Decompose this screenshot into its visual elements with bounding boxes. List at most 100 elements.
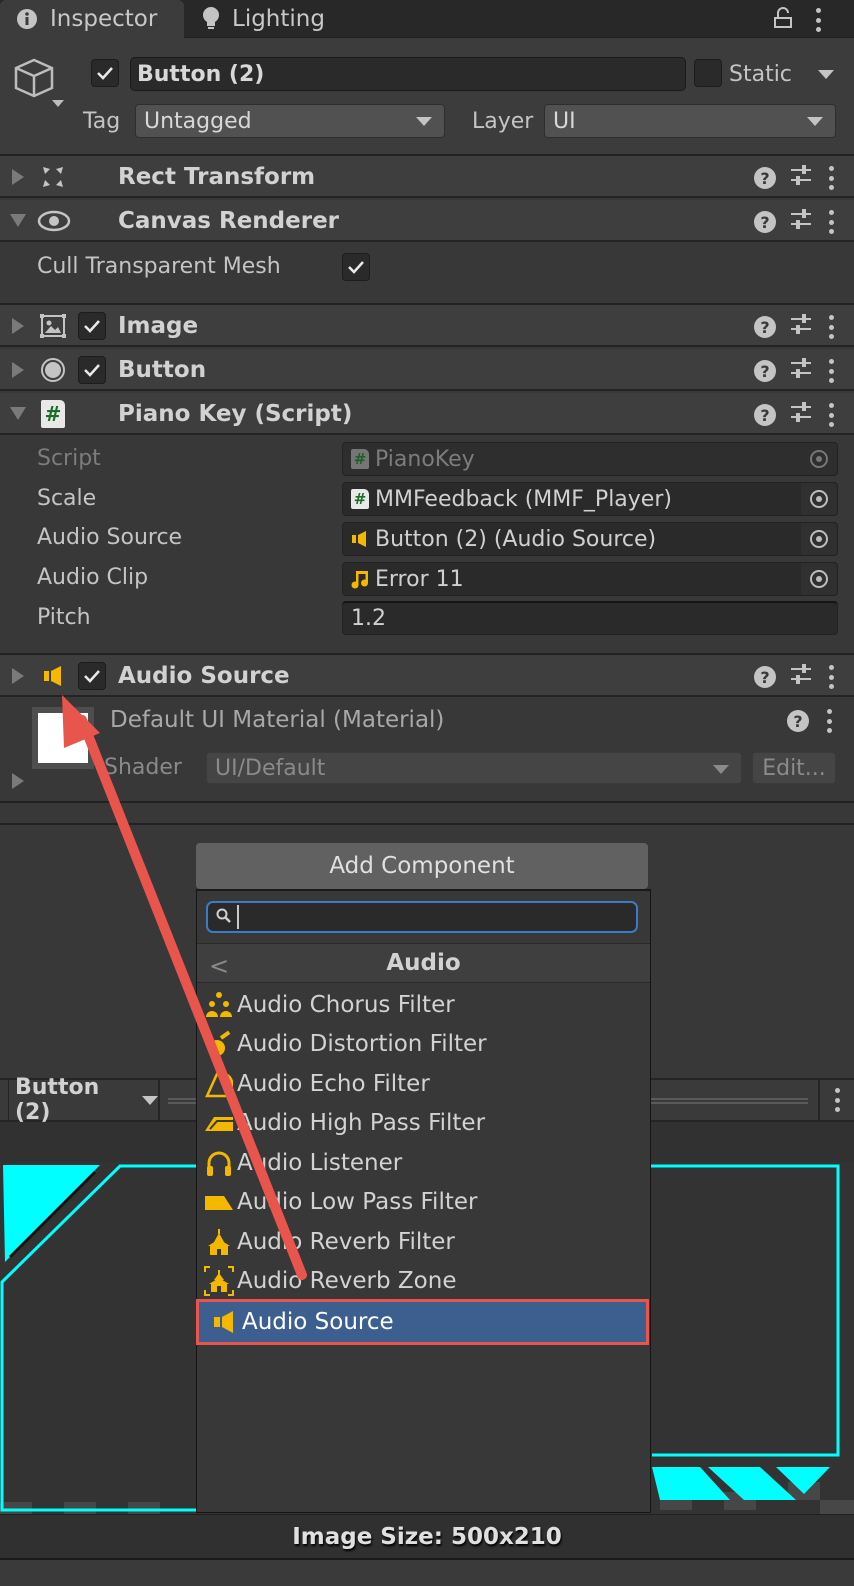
gameobject-cube-icon[interactable] — [12, 56, 68, 118]
component-image[interactable]: Image ? — [0, 305, 854, 347]
static-dropdown-icon[interactable] — [818, 70, 834, 79]
chorus-filter-icon — [203, 990, 235, 1020]
tag-dropdown[interactable]: Untagged — [135, 104, 445, 138]
list-item-audio-reverb-zone[interactable]: Audio Reverb Zone — [197, 1262, 650, 1302]
foldout-arrow-icon[interactable] — [12, 318, 24, 334]
material-menu-kebab[interactable] — [824, 709, 834, 733]
component-menu-kebab[interactable] — [826, 403, 836, 427]
help-icon[interactable]: ? — [754, 211, 776, 233]
button-enabled-checkbox[interactable] — [78, 356, 106, 384]
bottom-strip — [0, 1558, 854, 1586]
list-item-audio-source[interactable]: Audio Source — [196, 1299, 649, 1345]
rect-transform-icon — [38, 164, 68, 190]
button-component-icon — [38, 357, 68, 383]
tab-menu-kebab[interactable] — [813, 8, 823, 32]
component-audio-source[interactable]: Audio Source ? — [0, 655, 854, 697]
list-item-audio-high-pass-filter[interactable]: Audio High Pass Filter — [197, 1104, 650, 1144]
pitch-input[interactable]: 1.2 — [342, 601, 838, 635]
component-rect-transform[interactable]: Rect Transform ? — [0, 156, 854, 198]
headphones-icon — [203, 1148, 235, 1178]
tag-label: Tag — [83, 108, 121, 134]
presets-icon[interactable] — [790, 401, 812, 429]
foldout-arrow-icon[interactable] — [12, 362, 24, 378]
chevron-down-icon — [713, 765, 729, 774]
canvas-renderer-body: Cull Transparent Mesh — [0, 244, 854, 305]
component-menu-kebab[interactable] — [826, 166, 836, 190]
preview-object-dropdown[interactable]: Button (2) — [8, 1075, 160, 1125]
component-search-input[interactable] — [206, 901, 638, 933]
material-section: Default UI Material (Material) ? Shader … — [0, 697, 854, 803]
material-title: Default UI Material (Material) — [110, 707, 445, 733]
help-icon[interactable]: ? — [754, 316, 776, 338]
preview-menu-kebab[interactable] — [818, 1080, 854, 1120]
list-item-audio-chorus-filter[interactable]: Audio Chorus Filter — [197, 985, 650, 1025]
list-item-audio-listener[interactable]: Audio Listener — [197, 1143, 650, 1183]
presets-icon[interactable] — [790, 313, 812, 341]
static-checkbox[interactable] — [694, 59, 722, 87]
reverb-filter-icon — [203, 1227, 235, 1257]
object-name-field[interactable]: Button (2) — [130, 57, 686, 91]
presets-icon[interactable] — [790, 208, 812, 236]
csharp-script-icon: # — [351, 449, 369, 469]
component-menu-kebab[interactable] — [826, 359, 836, 383]
image-enabled-checkbox[interactable] — [78, 312, 106, 340]
help-icon[interactable]: ? — [754, 404, 776, 426]
component-piano-key-script[interactable]: # Piano Key (Script) ? — [0, 393, 854, 435]
layer-dropdown[interactable]: UI — [544, 104, 836, 138]
active-checkbox[interactable] — [91, 59, 119, 87]
presets-icon[interactable] — [790, 164, 812, 192]
audio-clip-value: Error 11 — [375, 566, 464, 592]
tab-bar: Inspector Lighting — [0, 0, 854, 38]
audio-source-label: Audio Source — [37, 525, 183, 550]
back-chevron-icon[interactable]: < — [209, 952, 229, 980]
component-menu-kebab[interactable] — [826, 665, 836, 689]
material-preview-swatch[interactable] — [32, 707, 94, 769]
audio-source-field[interactable]: Button (2) (Audio Source) — [342, 522, 838, 556]
chevron-down-icon — [807, 117, 823, 126]
add-component-button[interactable]: Add Component — [196, 843, 648, 889]
cull-transparent-mesh-checkbox[interactable] — [342, 253, 370, 281]
component-menu-kebab[interactable] — [826, 315, 836, 339]
object-picker-icon[interactable] — [801, 563, 837, 595]
csharp-script-icon: # — [38, 400, 68, 428]
tag-value: Untagged — [144, 108, 252, 134]
high-pass-filter-icon — [203, 1108, 235, 1138]
presets-icon[interactable] — [790, 663, 812, 691]
tab-lighting[interactable]: Lighting — [202, 0, 325, 38]
foldout-arrow-icon[interactable] — [12, 169, 24, 185]
object-picker-icon[interactable] — [801, 483, 837, 515]
foldout-arrow-expanded-icon[interactable] — [10, 407, 26, 420]
help-icon[interactable]: ? — [787, 710, 809, 732]
component-menu-kebab[interactable] — [826, 210, 836, 234]
object-picker-icon[interactable] — [801, 523, 837, 555]
list-item-audio-distortion-filter[interactable]: Audio Distortion Filter — [197, 1025, 650, 1065]
cull-transparent-mesh-label: Cull Transparent Mesh — [37, 254, 281, 279]
divider — [0, 803, 854, 825]
audio-source-enabled-checkbox[interactable] — [78, 662, 106, 690]
audio-clip-field[interactable]: Error 11 — [342, 562, 838, 596]
scale-field[interactable]: # MMFeedback (MMF_Player) — [342, 482, 838, 516]
material-foldout-icon[interactable] — [12, 773, 24, 789]
script-field: # PianoKey — [342, 442, 838, 476]
presets-icon[interactable] — [790, 357, 812, 385]
help-icon[interactable]: ? — [754, 666, 776, 688]
lock-icon[interactable] — [774, 7, 792, 35]
audio-clip-label: Audio Clip — [37, 565, 149, 590]
component-canvas-renderer[interactable]: Canvas Renderer ? — [0, 200, 854, 242]
tab-inspector-label: Inspector — [50, 6, 158, 32]
list-item-audio-reverb-filter[interactable]: Audio Reverb Filter — [197, 1222, 650, 1262]
foldout-arrow-icon[interactable] — [12, 668, 24, 684]
pitch-label: Pitch — [37, 605, 91, 630]
component-title: Canvas Renderer — [118, 208, 340, 234]
component-title: Image — [118, 313, 199, 339]
audio-source-value: Button (2) (Audio Source) — [375, 526, 657, 552]
tab-inspector[interactable]: Inspector — [0, 0, 184, 38]
foldout-arrow-expanded-icon[interactable] — [10, 214, 26, 227]
component-button[interactable]: Button ? — [0, 349, 854, 391]
script-label: Script — [37, 446, 101, 471]
list-item-audio-low-pass-filter[interactable]: Audio Low Pass Filter — [197, 1183, 650, 1223]
list-item-audio-echo-filter[interactable]: Audio Echo Filter — [197, 1064, 650, 1104]
help-icon[interactable]: ? — [754, 167, 776, 189]
help-icon[interactable]: ? — [754, 360, 776, 382]
layer-value: UI — [553, 108, 576, 134]
